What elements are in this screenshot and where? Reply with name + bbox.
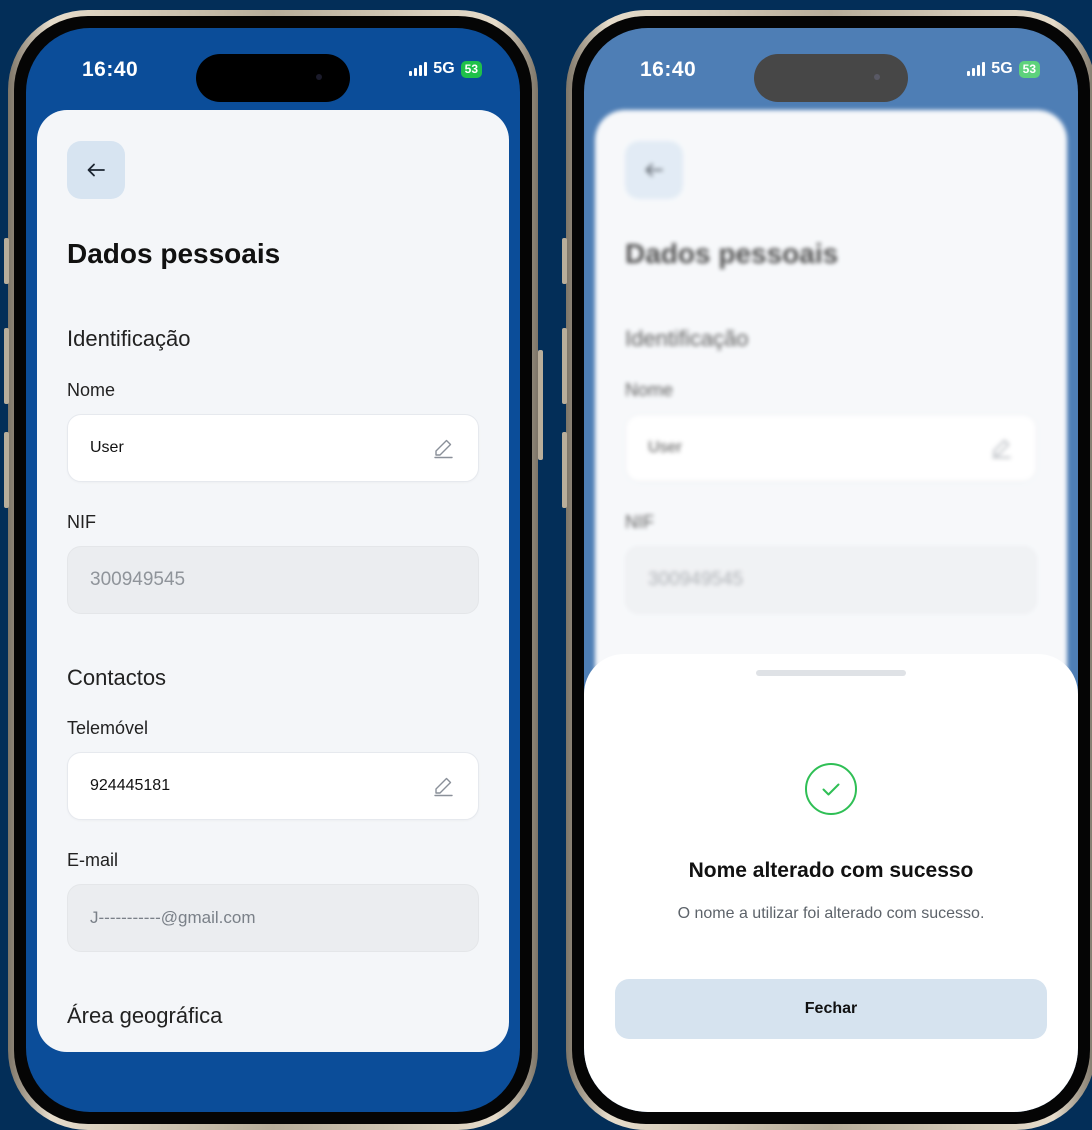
phone-side-button bbox=[538, 350, 543, 460]
section-identification: Identificação bbox=[67, 326, 191, 351]
phone-side-button bbox=[562, 432, 567, 508]
signal-bars-icon bbox=[409, 62, 428, 76]
status-time: 16:40 bbox=[82, 58, 139, 81]
pencil-icon[interactable] bbox=[430, 773, 456, 799]
name-label: Nome bbox=[67, 380, 116, 400]
nif-field: 300949545 bbox=[67, 546, 479, 614]
phone-field[interactable]: 924445181 bbox=[67, 752, 479, 820]
phone-side-button bbox=[4, 238, 9, 284]
name-value: User bbox=[90, 439, 124, 456]
battery-icon: 53 bbox=[460, 60, 482, 78]
back-button[interactable] bbox=[67, 141, 125, 199]
phone-screen-form: 16:40 5G 53 Dados pessoais Identificação… bbox=[26, 28, 520, 1112]
status-indicators: 5G 53 bbox=[409, 60, 482, 78]
check-circle-icon bbox=[805, 763, 857, 815]
phone-side-button bbox=[4, 328, 9, 404]
phone-screen-success: 16:40 5G 53 Dados pessoais Identificação… bbox=[584, 28, 1078, 1112]
email-field: J-----------@gmail.com bbox=[67, 884, 479, 952]
phone-frame-success: 16:40 5G 53 Dados pessoais Identificação… bbox=[566, 10, 1092, 1130]
arrow-left-icon bbox=[87, 163, 105, 177]
dynamic-island bbox=[196, 54, 350, 102]
nif-label: NIF bbox=[67, 512, 96, 532]
phone-frame-form: 16:40 5G 53 Dados pessoais Identificação… bbox=[8, 10, 538, 1130]
page-title: Dados pessoais bbox=[67, 238, 281, 269]
nif-value: 300949545 bbox=[90, 569, 186, 590]
network-label: 5G bbox=[433, 60, 455, 77]
section-contacts: Contactos bbox=[67, 665, 167, 690]
phone-side-button bbox=[562, 328, 567, 404]
email-label: E-mail bbox=[67, 850, 119, 870]
status-bar: 16:40 5G 53 bbox=[26, 28, 520, 108]
name-field[interactable]: User bbox=[67, 414, 479, 482]
phone-side-button bbox=[562, 238, 567, 284]
section-geographic-area: Área geográfica bbox=[67, 1003, 223, 1028]
sheet-drag-handle[interactable] bbox=[756, 670, 906, 676]
pencil-icon[interactable] bbox=[430, 435, 456, 461]
email-value: J-----------@gmail.com bbox=[90, 908, 256, 927]
success-title: Nome alterado com sucesso bbox=[688, 859, 974, 882]
success-message: O nome a utilizar foi alterado com suces… bbox=[677, 905, 985, 922]
phone-value: 924445181 bbox=[90, 777, 171, 794]
personal-data-card: Dados pessoais Identificação Nome User N… bbox=[37, 110, 509, 1052]
phone-label: Telemóvel bbox=[67, 718, 149, 738]
close-button[interactable]: Fechar bbox=[615, 979, 1047, 1039]
phone-side-button bbox=[4, 432, 9, 508]
success-bottom-sheet: Nome alterado com sucesso O nome a utili… bbox=[584, 654, 1078, 1112]
